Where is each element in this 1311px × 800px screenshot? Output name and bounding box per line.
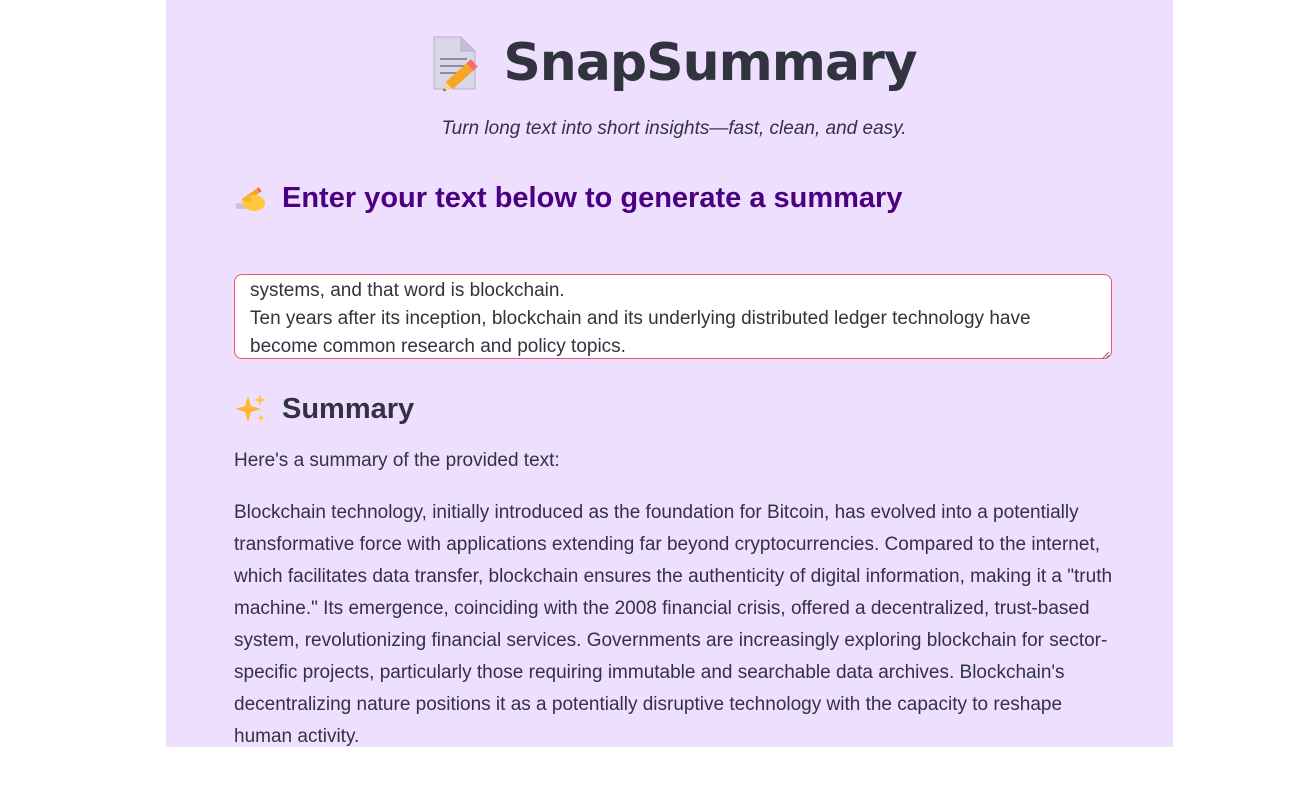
text-input-value[interactable]: systems, and that word is blockchain. Te…	[250, 277, 1091, 358]
summary-section-heading: Summary	[234, 391, 1114, 427]
resize-handle-icon[interactable]	[1100, 347, 1110, 358]
page-subtitle: Turn long text into short insights—fast,…	[441, 118, 907, 139]
input-section-heading-text: Enter your text below to generate a summ…	[282, 181, 903, 214]
summary-body: Blockchain technology, initially introdu…	[234, 502, 1113, 747]
text-input-area[interactable]: systems, and that word is blockchain. Te…	[234, 274, 1112, 359]
page-title: SnapSummary	[503, 33, 917, 93]
sparkles-icon	[234, 392, 268, 426]
title-row: SnapSummary	[234, 30, 1114, 96]
summary-intro: Here's a summary of the provided text:	[234, 450, 560, 471]
summary-section-heading-text: Summary	[282, 392, 415, 425]
main-content: SnapSummary Turn long text into short in…	[234, 0, 1114, 747]
memo-pencil-icon	[431, 35, 481, 92]
writing-hand-icon	[234, 181, 268, 215]
input-section-heading: Enter your text below to generate a summ…	[234, 180, 1114, 216]
app-container: SnapSummary Turn long text into short in…	[166, 0, 1173, 747]
